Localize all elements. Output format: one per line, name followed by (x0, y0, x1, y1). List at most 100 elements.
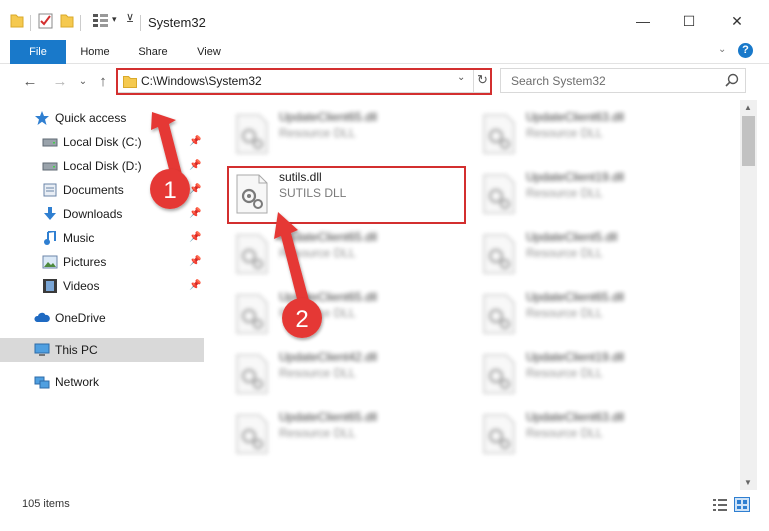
dll-file-icon (236, 234, 268, 274)
maximize-button[interactable]: ☐ (666, 6, 712, 36)
new-folder-icon[interactable] (60, 12, 74, 32)
file-type: Resource DLL (279, 246, 356, 260)
file-tile[interactable]: UpdateClient19.dll Resource DLL (476, 348, 706, 400)
file-tile[interactable]: UpdateClient63.dll Resource DLL (476, 408, 706, 460)
search-placeholder[interactable]: Search System32 (511, 74, 606, 88)
file-tile[interactable]: UpdateClient65.dll Resource DLL (229, 288, 459, 340)
music-icon (44, 231, 56, 245)
tab-share[interactable]: Share (130, 40, 176, 64)
dll-file-icon (483, 114, 515, 154)
vertical-scrollbar[interactable]: ▲ ▼ (740, 100, 757, 490)
nav-item-pictures[interactable]: Pictures 📌 (0, 250, 204, 274)
nav-item-onedrive[interactable]: OneDrive (0, 306, 204, 330)
nav-item-this-pc[interactable]: This PC (0, 338, 204, 362)
file-name: UpdateClient65.dll (279, 230, 378, 244)
file-list: UpdateClient65.dll Resource DLL sutils.d… (207, 100, 740, 490)
search-icon[interactable] (725, 73, 739, 87)
file-name: UpdateClient19.dll (526, 350, 625, 364)
file-type: Resource DLL (279, 306, 356, 320)
nav-item-music[interactable]: Music 📌 (0, 226, 204, 250)
pin-icon[interactable]: 📌 (189, 280, 201, 291)
file-type: Resource DLL (526, 186, 603, 200)
pin-icon[interactable]: 📌 (189, 136, 201, 147)
file-name: UpdateClient42.dll (279, 350, 378, 364)
close-button[interactable]: ✕ (714, 6, 760, 36)
title-bar: ▾ ⊻ System32 — ☐ ✕ (0, 0, 769, 40)
divider (80, 15, 81, 31)
nav-item-network[interactable]: Network (0, 370, 204, 394)
star-icon (35, 111, 49, 125)
navigation-pane: Quick access Local Disk (C:) 📌 Local Dis… (0, 100, 206, 494)
file-name: UpdateClient63.dll (526, 110, 625, 124)
file-tile[interactable]: UpdateClient5.dll Resource DLL (476, 228, 706, 280)
pin-icon[interactable]: 📌 (189, 232, 201, 243)
dll-file-icon (483, 294, 515, 334)
file-name: UpdateClient65.dll (279, 110, 378, 124)
file-tile[interactable]: UpdateClient65.dll Resource DLL (229, 408, 459, 460)
pin-icon[interactable]: 📌 (189, 184, 201, 195)
computer-icon (34, 343, 50, 356)
nav-item-quick-access[interactable]: Quick access (0, 106, 204, 130)
divider (140, 15, 141, 31)
details-view-icon[interactable] (712, 497, 728, 512)
view-options-icon[interactable] (92, 12, 110, 32)
forward-button[interactable]: → (50, 72, 70, 92)
file-tile[interactable]: UpdateClient19.dll Resource DLL (476, 168, 706, 220)
file-type: Resource DLL (526, 246, 603, 260)
nav-item-local-disk-c[interactable]: Local Disk (C:) 📌 (0, 130, 204, 154)
pin-icon[interactable]: 📌 (189, 256, 201, 267)
minimize-button[interactable]: — (620, 6, 666, 36)
videos-icon (43, 279, 57, 293)
ribbon-tabs: File Home Share View ⌄ ? (0, 40, 769, 92)
downloads-icon (44, 207, 56, 220)
window-title: System32 (148, 15, 206, 30)
cloud-icon (34, 312, 50, 322)
pin-icon[interactable]: 📌 (189, 160, 201, 171)
nav-item-documents[interactable]: Documents 📌 (0, 178, 204, 202)
file-type: Resource DLL (526, 366, 603, 380)
nav-item-label: Pictures (63, 255, 107, 269)
nav-item-local-disk-d[interactable]: Local Disk (D:) 📌 (0, 154, 204, 178)
pin-icon[interactable]: 📌 (189, 208, 201, 219)
close-icon: ✕ (731, 12, 743, 29)
chevron-down-icon[interactable]: ▾ (112, 14, 117, 34)
nav-item-downloads[interactable]: Downloads 📌 (0, 202, 204, 226)
file-tile[interactable]: UpdateClient63.dll Resource DLL (476, 108, 706, 160)
help-icon[interactable]: ? (738, 43, 753, 58)
customize-toolbar-icon[interactable]: ⊻ (126, 12, 134, 32)
maximize-icon: ☐ (682, 12, 696, 29)
file-name: UpdateClient19.dll (526, 170, 625, 184)
file-name: UpdateClient65.dll (279, 410, 378, 424)
search-box[interactable]: Search System32 (500, 68, 746, 93)
nav-item-videos[interactable]: Videos 📌 (0, 274, 204, 298)
scrollbar-thumb[interactable] (742, 116, 755, 166)
expand-ribbon-icon[interactable]: ⌄ (718, 44, 726, 55)
recent-locations-button[interactable]: ⌄ (73, 72, 93, 92)
back-button[interactable]: ← (20, 72, 40, 92)
large-icons-view-icon[interactable] (734, 497, 750, 512)
nav-item-label: Local Disk (C:) (63, 135, 142, 149)
drive-icon (42, 162, 58, 171)
tab-view[interactable]: View (186, 40, 232, 64)
scroll-down-icon[interactable]: ▼ (744, 478, 752, 487)
dll-file-icon (236, 114, 268, 154)
file-tile[interactable]: UpdateClient65.dll Resource DLL (229, 108, 459, 160)
properties-icon[interactable] (38, 12, 54, 32)
up-button[interactable]: ↑ (93, 72, 113, 92)
tab-home[interactable]: Home (72, 40, 118, 64)
dll-file-icon (483, 414, 515, 454)
dll-file-icon (483, 354, 515, 394)
address-highlight (116, 68, 492, 95)
folder-icon (10, 14, 24, 28)
scroll-up-icon[interactable]: ▲ (744, 103, 752, 112)
nav-item-label: Quick access (55, 111, 127, 125)
file-type: Resource DLL (526, 426, 603, 440)
file-type: Resource DLL (526, 306, 603, 320)
nav-item-label: Downloads (63, 207, 123, 221)
file-tile[interactable]: UpdateClient65.dll Resource DLL (229, 228, 459, 280)
dll-file-icon (483, 234, 515, 274)
file-type: Resource DLL (279, 366, 356, 380)
file-tile[interactable]: UpdateClient65.dll Resource DLL (476, 288, 706, 340)
file-tile[interactable]: UpdateClient42.dll Resource DLL (229, 348, 459, 400)
dll-file-icon (483, 174, 515, 214)
